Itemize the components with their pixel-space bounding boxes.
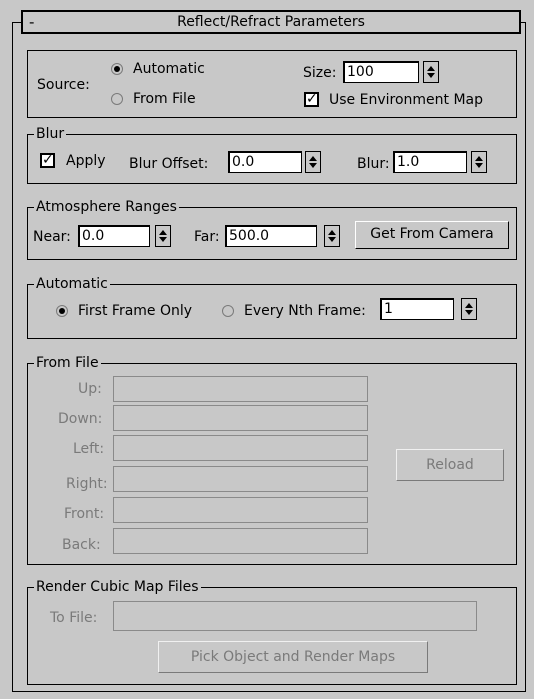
nth-frame-spinner[interactable] <box>461 298 477 320</box>
from-file-group-label: From File <box>34 355 101 371</box>
use-env-map-label[interactable]: Use Environment Map <box>329 91 483 109</box>
blur-group-label: Blur <box>34 126 67 142</box>
automatic-group-label: Automatic <box>34 276 110 292</box>
use-env-map-checkbox[interactable]: ✓ <box>304 92 319 107</box>
reload-button: Reload <box>396 449 504 481</box>
near-spinner[interactable] <box>155 225 171 247</box>
blur-offset-label: Blur Offset: <box>129 156 209 172</box>
source-label: Source: <box>37 77 90 93</box>
source-automatic-label[interactable]: Automatic <box>133 60 205 78</box>
source-automatic-radio[interactable] <box>111 63 123 75</box>
source-from-file-label[interactable]: From File <box>133 90 196 108</box>
near-field[interactable]: 0.0 <box>78 225 150 247</box>
down-map-field <box>113 405 368 431</box>
size-field[interactable]: 100 <box>343 61 419 83</box>
atmosphere-group-label: Atmosphere Ranges <box>34 199 179 215</box>
far-label: Far: <box>194 229 220 245</box>
rollout-header[interactable]: - Reflect/Refract Parameters <box>21 10 521 34</box>
render-cubic-group-label: Render Cubic Map Files <box>34 579 201 595</box>
near-label: Near: <box>33 229 71 245</box>
frame-tick <box>12 22 21 23</box>
left-label: Left: <box>73 441 105 457</box>
size-label: Size: <box>303 65 337 81</box>
to-file-field <box>113 601 477 631</box>
first-frame-only-radio[interactable] <box>56 305 68 317</box>
blur-apply-checkbox[interactable]: ✓ <box>40 153 55 168</box>
pick-object-render-maps-button: Pick Object and Render Maps <box>158 641 428 673</box>
up-map-field <box>113 376 368 402</box>
blur-offset-spinner[interactable] <box>305 151 321 173</box>
front-map-field <box>113 497 368 523</box>
every-nth-frame-radio[interactable] <box>222 305 234 317</box>
far-spinner[interactable] <box>324 225 340 247</box>
rollout-title: Reflect/Refract Parameters <box>177 14 365 30</box>
right-label: Right: <box>66 476 108 492</box>
front-label: Front: <box>64 506 105 522</box>
frame-tick <box>521 22 526 23</box>
blur-field[interactable]: 1.0 <box>393 151 467 173</box>
nth-frame-field[interactable]: 1 <box>380 298 454 320</box>
first-frame-only-label[interactable]: First Frame Only <box>78 302 192 320</box>
blur-label: Blur: <box>357 156 390 172</box>
back-map-field <box>113 528 368 554</box>
to-file-label: To File: <box>50 610 98 626</box>
source-from-file-radio[interactable] <box>111 93 123 105</box>
right-map-field <box>113 466 368 492</box>
get-from-camera-button[interactable]: Get From Camera <box>355 221 509 249</box>
down-label: Down: <box>58 411 103 427</box>
every-nth-frame-label[interactable]: Every Nth Frame: <box>244 302 366 320</box>
blur-offset-field[interactable]: 0.0 <box>228 151 302 173</box>
left-map-field <box>113 435 368 461</box>
up-label: Up: <box>78 381 102 397</box>
blur-spinner[interactable] <box>471 151 487 173</box>
size-spinner[interactable] <box>423 61 439 83</box>
far-field[interactable]: 500.0 <box>225 225 317 247</box>
blur-apply-label[interactable]: Apply <box>66 152 106 170</box>
back-label: Back: <box>62 537 101 553</box>
